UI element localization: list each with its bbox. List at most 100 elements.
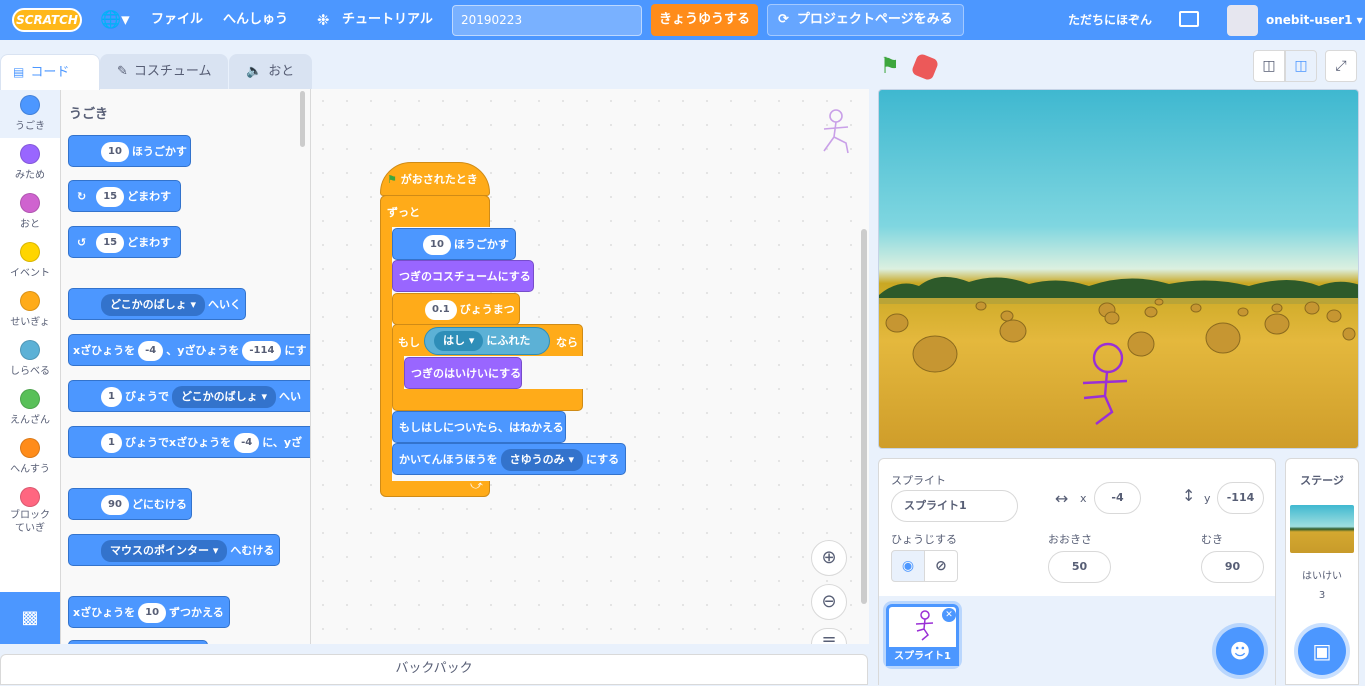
point-direction-block[interactable]: 90 どにむける bbox=[68, 488, 192, 520]
change-x-block[interactable]: xざひょうを 10 ずつかえる bbox=[68, 596, 230, 628]
next-backdrop-block[interactable]: つぎのはいけいにする bbox=[404, 357, 522, 389]
delete-sprite-icon[interactable]: ✕ bbox=[942, 608, 956, 622]
gotoxy-x-input[interactable]: -4 bbox=[138, 341, 164, 361]
direction-input[interactable]: 90 bbox=[1201, 551, 1264, 583]
category-4[interactable]: せいぎょ bbox=[0, 285, 60, 334]
glidexy-label: びょうでxざひょうを bbox=[124, 436, 232, 449]
project-title-input[interactable]: 20190223 bbox=[452, 5, 642, 36]
show-visible-button[interactable]: ◉ bbox=[891, 550, 925, 582]
sprite-thumbnail[interactable]: ✕ スプライト1 bbox=[886, 604, 959, 666]
username-menu[interactable]: onebit-user1 ▾ bbox=[1266, 0, 1363, 40]
fullscreen-button[interactable]: ⤢ bbox=[1325, 50, 1357, 82]
point-towards-dropdown[interactable]: マウスのポインター ▾ bbox=[101, 540, 228, 562]
add-sprite-button[interactable]: ☻ bbox=[1216, 627, 1264, 675]
green-flag-hat-block[interactable]: ⚑ がおされたとき bbox=[380, 162, 490, 196]
glidexy-secs-input[interactable]: 1 bbox=[101, 433, 122, 453]
glide-block[interactable]: 1 びょうで どこかのばしょ ▾ へい bbox=[68, 380, 310, 412]
category-8[interactable]: ブロックていぎ bbox=[0, 481, 60, 534]
share-button[interactable]: きょうゆうする bbox=[651, 4, 758, 36]
turn-right-input[interactable]: 15 bbox=[96, 187, 125, 207]
category-1[interactable]: みため bbox=[0, 138, 60, 187]
zoom-reset-button[interactable]: = bbox=[811, 628, 847, 650]
category-7[interactable]: へんすう bbox=[0, 432, 60, 481]
category-menu: うごき みため おと イベントせいぎょしらべる えんざんへんすうブロックていぎ ▩ bbox=[0, 89, 61, 644]
goto-block[interactable]: どこかのばしょ ▾ へいく bbox=[68, 288, 246, 320]
category-label: せいぎょ bbox=[10, 317, 50, 328]
sprite-name-input[interactable]: スプライト1 bbox=[891, 490, 1018, 522]
script-move-block[interactable]: 10 ほうごかす bbox=[392, 228, 516, 260]
gotoxy-block[interactable]: xざひょうを -4 、yざひょうを -114 にす bbox=[68, 334, 310, 366]
small-stage-button[interactable]: ◫ bbox=[1253, 50, 1285, 82]
category-6[interactable]: えんざん bbox=[0, 383, 60, 432]
add-backdrop-button[interactable]: ▣ bbox=[1298, 627, 1346, 675]
palette-scrollbar[interactable] bbox=[300, 91, 305, 147]
backpack[interactable]: バックパック bbox=[0, 654, 868, 685]
goto-dropdown[interactable]: どこかのばしょ ▾ bbox=[101, 294, 206, 316]
globe-icon[interactable]: 🌐▾ bbox=[100, 9, 134, 31]
stage-canvas[interactable] bbox=[878, 89, 1359, 449]
move-steps-input[interactable]: 10 bbox=[101, 142, 129, 162]
direction-label: むき bbox=[1201, 533, 1223, 546]
backdrop-thumbnail[interactable] bbox=[1290, 505, 1354, 553]
show-label: ひょうじする bbox=[891, 533, 957, 546]
palette-next-block[interactable] bbox=[68, 640, 208, 644]
see-project-page-label: プロジェクトページをみる bbox=[796, 12, 953, 27]
gotoxy-y-input[interactable]: -114 bbox=[242, 341, 282, 361]
edit-menu[interactable]: へんしゅう bbox=[223, 0, 288, 40]
rotation-style-block[interactable]: かいてんほうほうを さゆうのみ ▾ にする bbox=[392, 443, 626, 475]
touching-dropdown[interactable]: はし ▾ bbox=[434, 331, 484, 351]
file-menu[interactable]: ファイル bbox=[151, 0, 203, 40]
hide-sprite-button[interactable]: ⊘ bbox=[924, 550, 958, 582]
glide-secs-input[interactable]: 1 bbox=[101, 387, 122, 407]
goto-dropdown-label: どこかのばしょ bbox=[110, 298, 187, 311]
rotate-right-icon: ↻ bbox=[77, 190, 87, 203]
glidexy-block[interactable]: 1 びょうでxざひょうを -4 に、yざ bbox=[68, 426, 310, 458]
glidexy-x-input[interactable]: -4 bbox=[234, 433, 260, 453]
wait-block[interactable]: 0.1 びょうまつ bbox=[392, 293, 520, 325]
point-towards-block[interactable]: マウスのポインター ▾ へむける bbox=[68, 534, 280, 566]
tutorials-menu[interactable]: チュートリアル bbox=[342, 0, 433, 40]
touching-block[interactable]: はし ▾ にふれた bbox=[424, 327, 550, 355]
palette-heading: うごき bbox=[69, 107, 109, 122]
zoom-in-button[interactable]: ⊕ bbox=[811, 540, 847, 576]
category-3[interactable]: イベント bbox=[0, 236, 60, 285]
gotoxy-x-label: xざひょうを bbox=[73, 344, 136, 357]
point-direction-input[interactable]: 90 bbox=[101, 495, 129, 515]
stage-selector[interactable]: ステージ はいけい 3 ▣ bbox=[1285, 458, 1359, 685]
category-label: へんすう bbox=[10, 464, 50, 475]
next-costume-block[interactable]: つぎのコスチュームにする bbox=[392, 260, 534, 292]
tab-code[interactable]: ▤ コード bbox=[0, 54, 100, 90]
script-stack[interactable]: ⚑ がおされたとき ずっと ⤻ 10 ほうごかす つぎのコスチュームにする 0.1… bbox=[380, 152, 630, 498]
bounce-block[interactable]: もしはしについたら、はねかえる bbox=[392, 411, 566, 443]
scratch-logo[interactable]: SCRATCH bbox=[12, 8, 82, 32]
x-input[interactable]: -4 bbox=[1094, 482, 1141, 514]
stop-icon[interactable] bbox=[910, 52, 940, 82]
vertical-arrows-icon: ↕ bbox=[1182, 486, 1196, 505]
size-input[interactable]: 50 bbox=[1048, 551, 1111, 583]
turn-left-input[interactable]: 15 bbox=[96, 233, 125, 253]
large-stage-button[interactable]: ◫ bbox=[1285, 50, 1317, 82]
add-extension-button[interactable]: ▩ bbox=[0, 592, 60, 644]
save-now-link[interactable]: ただちにほぞん bbox=[1068, 0, 1152, 40]
see-project-page-button[interactable]: ⟳ プロジェクトページをみる bbox=[767, 4, 964, 36]
category-0[interactable]: うごき bbox=[0, 89, 60, 138]
zoom-out-button[interactable]: ⊖ bbox=[811, 584, 847, 620]
change-x-input[interactable]: 10 bbox=[138, 603, 167, 623]
script-move-input[interactable]: 10 bbox=[423, 235, 451, 255]
turn-left-block[interactable]: ↺ 15 どまわす bbox=[68, 226, 181, 258]
y-input[interactable]: -114 bbox=[1217, 482, 1264, 514]
avatar[interactable] bbox=[1227, 5, 1258, 36]
wait-input[interactable]: 0.1 bbox=[425, 300, 457, 320]
category-5[interactable]: しらべる bbox=[0, 334, 60, 383]
rotation-dropdown[interactable]: さゆうのみ ▾ bbox=[500, 449, 584, 471]
turn-right-block[interactable]: ↻ 15 どまわす bbox=[68, 180, 181, 212]
category-2[interactable]: おと bbox=[0, 187, 60, 236]
tab-costumes[interactable]: ✎ コスチューム bbox=[100, 54, 228, 90]
category-label: ブロックていぎ bbox=[10, 510, 50, 534]
tab-sounds[interactable]: 🔈 おと bbox=[229, 54, 312, 90]
folder-icon[interactable] bbox=[1179, 11, 1199, 27]
move-steps-block[interactable]: 10 ほうごかす bbox=[68, 135, 191, 167]
green-flag-icon[interactable]: ⚑ bbox=[880, 54, 906, 80]
glide-dropdown[interactable]: どこかのばしょ ▾ bbox=[171, 386, 276, 408]
script-area-scrollbar[interactable] bbox=[861, 229, 867, 604]
